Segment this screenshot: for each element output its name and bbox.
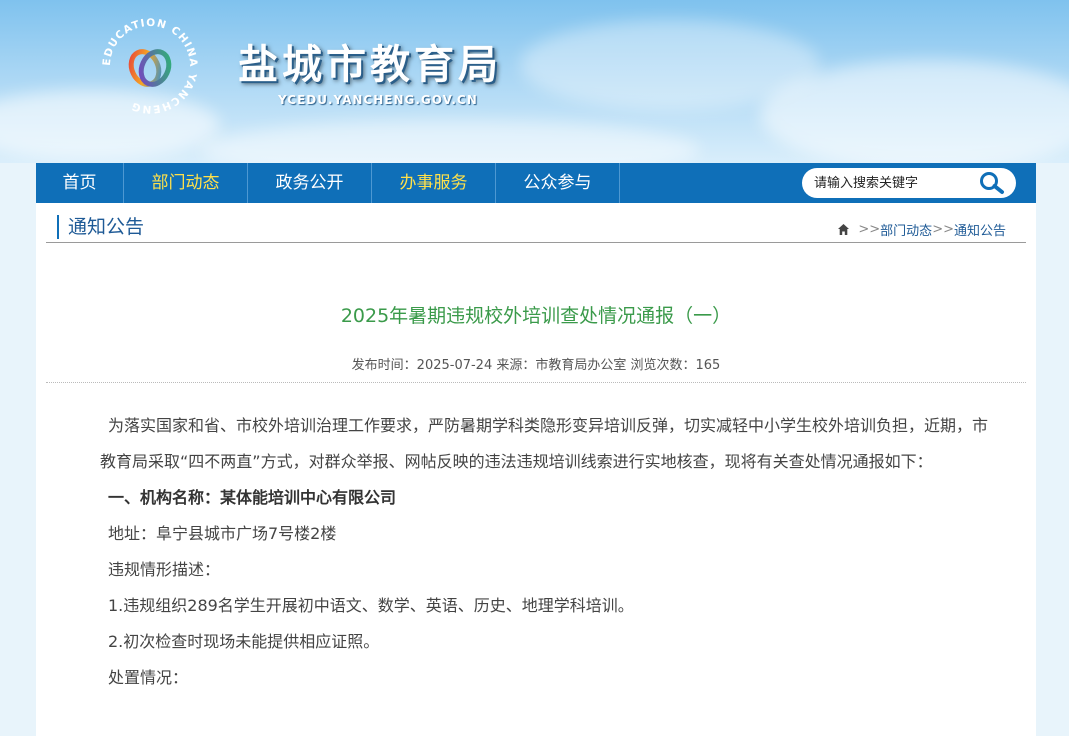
section-divider — [46, 242, 1026, 243]
breadcrumb-link-department-news[interactable]: 部门动态 — [880, 220, 932, 239]
article-body: 为落实国家和省、市校外培训治理工作要求，严防暑期学科类隐形变异培训反弹，切实减轻… — [100, 408, 1000, 696]
main-nav: 首页 部门动态 政务公开 办事服务 公众参与 — [36, 163, 1036, 203]
logo-ring-text: EDUCATION CHINA YANCHENG — [101, 17, 198, 115]
header-banner: EDUCATION CHINA YANCHENG 盐城市教育局 YCEDU.YA… — [0, 0, 1069, 163]
article-intro-paragraph: 为落实国家和省、市校外培训治理工作要求，严防暑期学科类隐形变异培训反弹，切实减轻… — [100, 416, 989, 471]
meta-divider — [46, 382, 1026, 383]
breadcrumb-link-notices[interactable]: 通知公告 — [954, 220, 1006, 239]
nav-item-home[interactable]: 首页 — [36, 163, 123, 203]
banner-cloud — [200, 120, 700, 163]
violation-heading: 违规情形描述： — [108, 560, 221, 579]
search-icon[interactable] — [976, 170, 1008, 196]
violation-item: 2.初次检查时现场未能提供相应证照。 — [108, 632, 380, 651]
nav-item-department-news[interactable]: 部门动态 — [124, 163, 247, 203]
svg-text:EDUCATION CHINA YANCHENG: EDUCATION CHINA YANCHENG — [101, 17, 199, 115]
search-box — [802, 168, 1016, 198]
search-input[interactable] — [814, 168, 974, 198]
article-meta: 发布时间：2025-07-24 来源：市教育局办公室 浏览次数：165 — [351, 358, 721, 373]
nav-item-public-participation[interactable]: 公众参与 — [496, 163, 619, 203]
nav-item-services[interactable]: 办事服务 — [372, 163, 495, 203]
site-title: 盐城市教育局 — [238, 42, 502, 88]
nav-divider — [619, 163, 620, 203]
breadcrumb-separator: >> — [858, 222, 881, 237]
breadcrumb-separator: >> — [932, 222, 954, 237]
nav-item-government-affairs[interactable]: 政务公开 — [248, 163, 371, 203]
education-bureau-logo: EDUCATION CHINA YANCHENG — [101, 17, 199, 115]
org-address: 地址：阜宁县城市广场7号楼2楼 — [108, 524, 337, 543]
section-title: 通知公告 — [57, 215, 144, 239]
org-heading: 一、机构名称：某体能培训中心有限公司 — [108, 488, 397, 507]
site-url: YCEDU.YANCHENG.GOV.CN — [278, 93, 478, 107]
breadcrumb: >> 部门动态 >> 通知公告 — [837, 220, 1006, 239]
article-title: 2025年暑期违规校外培训查处情况通报（一） — [340, 305, 732, 327]
home-icon[interactable] — [837, 223, 850, 236]
content-panel: 通知公告 >> 部门动态 >> 通知公告 2025年暑期违规校外培训查处情况通报… — [36, 203, 1036, 736]
handling-heading: 处置情况： — [108, 668, 189, 687]
violation-item: 1.违规组织289名学生开展初中语文、数学、英语、历史、地理学科培训。 — [108, 596, 634, 615]
